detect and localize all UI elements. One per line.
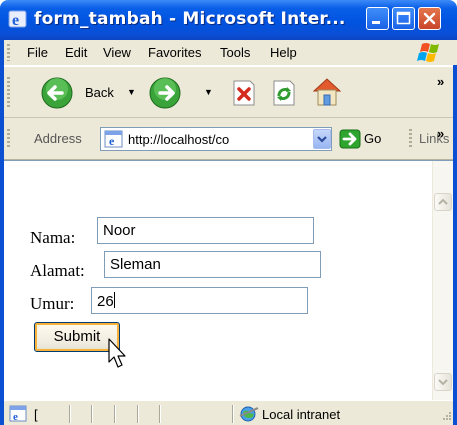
- home-button[interactable]: [310, 75, 344, 112]
- links-label[interactable]: Links: [419, 131, 449, 146]
- umur-value: 26: [97, 293, 114, 310]
- windows-logo: [416, 40, 457, 65]
- scroll-up-icon: [438, 198, 448, 205]
- window-title: form_tambah - Microsoft Inter...: [34, 9, 346, 29]
- close-icon: [423, 12, 436, 25]
- status-divider: [91, 405, 93, 423]
- title-bar[interactable]: e form_tambah - Microsoft Inter...: [0, 0, 457, 40]
- menu-view[interactable]: View: [103, 45, 131, 60]
- toolbar-grip[interactable]: [7, 44, 10, 61]
- address-bar: Address e http://localhost/co Go Links »: [4, 118, 453, 160]
- links-overflow-chevron[interactable]: »: [437, 126, 444, 141]
- toolbar-grip[interactable]: [7, 129, 10, 149]
- globe-status-icon: [239, 406, 259, 422]
- umur-label: Umur:: [30, 294, 75, 313]
- security-zone-text: Local intranet: [262, 407, 341, 422]
- status-divider: [137, 405, 139, 423]
- stop-icon: [233, 80, 255, 106]
- back-dropdown-arrow[interactable]: ▼: [127, 87, 136, 97]
- stop-button[interactable]: [230, 79, 258, 110]
- address-url: http://localhost/co: [128, 132, 230, 147]
- dropdown-arrow-icon: [317, 136, 327, 143]
- svg-text:e: e: [109, 134, 115, 148]
- resize-grip-icon[interactable]: [440, 411, 452, 423]
- toolbar-grip[interactable]: [409, 129, 412, 149]
- go-button[interactable]: [339, 129, 361, 152]
- go-label[interactable]: Go: [364, 131, 381, 146]
- scroll-down-icon: [438, 379, 448, 386]
- status-text: [: [34, 407, 38, 422]
- address-input[interactable]: e http://localhost/co: [100, 127, 332, 151]
- status-divider: [114, 405, 116, 423]
- menu-help[interactable]: Help: [270, 45, 297, 60]
- address-dropdown-button[interactable]: [313, 129, 331, 149]
- maximize-button[interactable]: [392, 7, 415, 30]
- alamat-label: Alamat:: [30, 261, 85, 280]
- nama-input[interactable]: Noor: [97, 217, 314, 244]
- status-divider: [69, 405, 71, 423]
- menu-bar: File Edit View Favorites Tools Help: [4, 40, 457, 66]
- menu-favorites[interactable]: Favorites: [148, 45, 201, 60]
- page-icon: e: [104, 130, 123, 148]
- go-arrow-icon: [339, 129, 361, 149]
- back-label[interactable]: Back: [85, 85, 114, 100]
- alamat-input[interactable]: Sleman: [104, 251, 321, 278]
- back-button[interactable]: [40, 76, 74, 113]
- refresh-button[interactable]: [270, 79, 298, 110]
- page-status-icon: e: [9, 405, 27, 422]
- forward-arrow-icon: [149, 77, 181, 109]
- maximize-icon: [396, 11, 411, 25]
- status-divider: [232, 405, 234, 423]
- address-label: Address: [34, 131, 82, 146]
- close-button[interactable]: [418, 7, 441, 30]
- home-icon: [312, 78, 342, 106]
- windows-logo-icon: [417, 43, 439, 62]
- toolbar-overflow-chevron[interactable]: »: [437, 74, 444, 89]
- forward-button[interactable]: [148, 76, 182, 113]
- toolbar-grip[interactable]: [7, 77, 10, 109]
- vertical-scrollbar[interactable]: [432, 161, 453, 400]
- menu-tools[interactable]: Tools: [220, 45, 250, 60]
- standard-toolbar: Back ▼ ▼ »: [4, 66, 453, 118]
- minimize-icon: [372, 21, 380, 24]
- scroll-up-button[interactable]: [434, 193, 452, 211]
- ie-icon: e: [8, 10, 27, 29]
- browser-window: e form_tambah - Microsoft Inter... File …: [0, 0, 457, 425]
- text-caret: [113, 292, 115, 308]
- refresh-icon: [273, 80, 295, 106]
- forward-dropdown-arrow[interactable]: ▼: [204, 87, 213, 97]
- svg-text:e: e: [13, 411, 18, 422]
- umur-input[interactable]: 26: [91, 287, 308, 314]
- window-frame-right: [453, 40, 457, 425]
- back-arrow-icon: [41, 77, 73, 109]
- nama-label: Nama:: [30, 228, 76, 247]
- menu-file[interactable]: File: [27, 45, 48, 60]
- minimize-button[interactable]: [366, 7, 389, 30]
- mouse-cursor-icon: [108, 338, 126, 368]
- status-bar: e [ Local intranet: [4, 400, 453, 425]
- svg-text:e: e: [12, 12, 19, 29]
- scroll-down-button[interactable]: [434, 373, 452, 391]
- status-divider: [159, 405, 161, 423]
- menu-edit[interactable]: Edit: [65, 45, 87, 60]
